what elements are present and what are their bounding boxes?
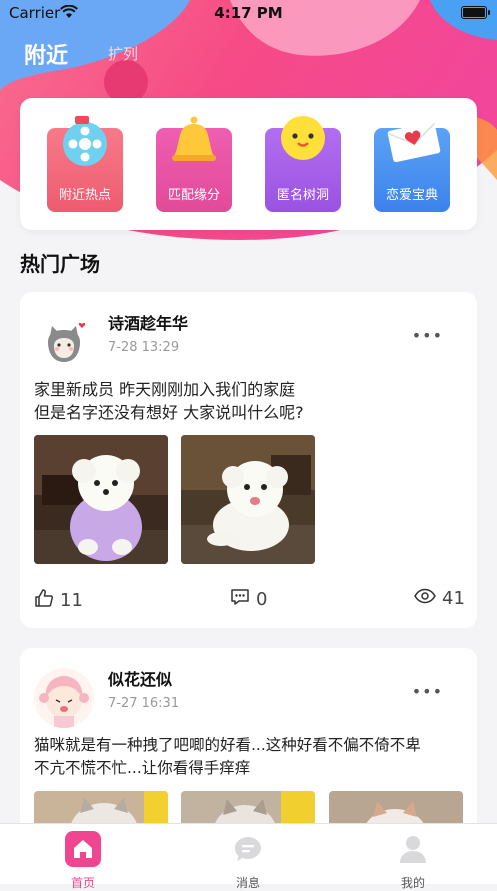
post-photo-dog[interactable] (34, 435, 168, 564)
category-tree-hole[interactable]: 匿名树洞 (265, 116, 341, 212)
smiley-face-icon (273, 112, 333, 176)
category-label: 恋爱宝典 (385, 188, 438, 203)
category-nearby-hot[interactable]: 附近热点 (47, 116, 123, 212)
profile-icon (395, 831, 431, 871)
thumbs-up-icon (34, 588, 54, 613)
comment-icon (230, 588, 250, 611)
like-button[interactable]: 11 (34, 588, 83, 613)
love-letter-icon (382, 112, 446, 176)
top-nav: 附近 扩列 (24, 38, 138, 70)
bottom-tab-bar: 首页 消息 我的 (0, 823, 497, 890)
tab-messages[interactable]: 消息 (208, 831, 288, 891)
eye-icon (414, 588, 436, 609)
category-label: 附近热点 (58, 188, 111, 203)
avatar[interactable] (34, 668, 94, 728)
tab-home[interactable]: 首页 (43, 831, 123, 891)
post-time: 7-28 13:29 (108, 340, 180, 355)
more-options-button[interactable]: ••• (412, 326, 443, 345)
category-match[interactable]: 匹配缘分 (156, 116, 232, 212)
category-label: 匿名树洞 (276, 188, 329, 203)
comment-count: 0 (256, 589, 268, 610)
home-icon (65, 831, 101, 871)
post-content: 家里新成员 昨天刚刚加入我们的家庭 但是名字还没有想好 大家说叫什么呢? (34, 378, 463, 424)
section-title: 热门广场 (20, 252, 100, 276)
post-content-line: 猫咪就是有一种拽了吧唧的好看...这种好看不偏不倚不卑 (34, 736, 421, 754)
post-photo-dog[interactable] (181, 435, 315, 564)
status-bar: Carrier 4:17 PM (0, 0, 497, 26)
post-time: 7-27 16:31 (108, 696, 180, 711)
more-options-button[interactable]: ••• (412, 682, 443, 701)
post-card[interactable]: 诗酒趁年华 7-28 13:29 ••• 家里新成员 昨天刚刚加入我们的家庭 但… (20, 292, 477, 628)
tab-expand[interactable]: 扩列 (108, 43, 138, 64)
post-content-line: 家里新成员 昨天刚刚加入我们的家庭 (34, 380, 296, 399)
like-count: 11 (60, 590, 83, 611)
category-label: 匹配缘分 (167, 188, 220, 203)
bell-icon (164, 112, 224, 176)
category-card: 附近热点 匹配缘分 匿名树洞 恋爱宝典 (20, 98, 477, 230)
clock: 4:17 PM (214, 4, 283, 22)
battery-icon (461, 6, 490, 19)
view-stat: 41 (414, 588, 465, 609)
view-count: 41 (442, 588, 465, 609)
post-card[interactable]: 似花还似 7-27 16:31 ••• 猫咪就是有一种拽了吧唧的好看...这种好… (20, 648, 477, 848)
tab-profile[interactable]: 我的 (373, 831, 453, 891)
film-reel-icon (55, 112, 115, 176)
post-content: 猫咪就是有一种拽了吧唧的好看...这种好看不偏不倚不卑 不亢不慌不忙...让你看… (34, 734, 463, 780)
post-username[interactable]: 似花还似 (108, 666, 172, 690)
comment-button[interactable]: 0 (230, 588, 267, 611)
post-content-line: 但是名字还没有想好 大家说叫什么呢? (34, 403, 304, 422)
category-love-guide[interactable]: 恋爱宝典 (374, 121, 450, 212)
avatar[interactable] (34, 312, 94, 372)
tab-nearby[interactable]: 附近 (24, 44, 68, 69)
post-username[interactable]: 诗酒趁年华 (108, 310, 188, 334)
message-icon (230, 831, 266, 871)
post-content-line: 不亢不慌不忙...让你看得手痒痒 (34, 759, 251, 777)
